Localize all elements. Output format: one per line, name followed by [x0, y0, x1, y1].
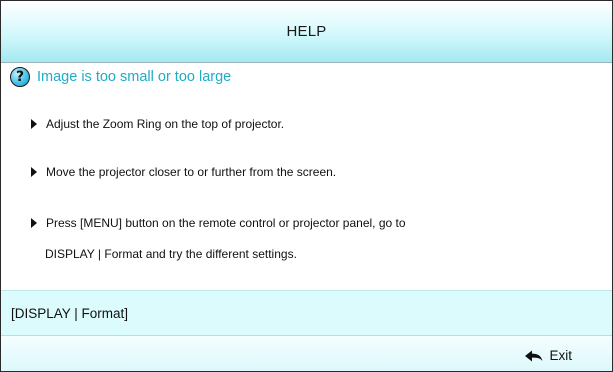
help-topic: ? Image is too small or too large	[10, 66, 231, 88]
help-question-icon: ?	[10, 67, 30, 87]
help-topic-title: Image is too small or too large	[37, 69, 232, 85]
exit-label: Exit	[549, 348, 572, 363]
dialog-header: HELP	[1, 1, 612, 63]
dialog-footer: Exit	[1, 335, 612, 371]
menu-path-text: [DISPLAY | Format]	[11, 305, 129, 321]
tip-text: Adjust the Zoom Ring on the top of proje…	[46, 117, 285, 131]
tip-text-continuation: DISPLAY | Format and try the different s…	[45, 247, 297, 261]
tip-item: Press [MENU] button on the remote contro…	[21, 216, 406, 230]
dialog-title: HELP	[286, 23, 327, 40]
tip-item: Adjust the Zoom Ring on the top of proje…	[21, 117, 284, 131]
exit-button[interactable]: Exit	[525, 348, 572, 363]
return-arrow-icon	[525, 350, 543, 361]
bullet-arrow-icon	[31, 167, 37, 177]
help-dialog: HELP ? Image is too small or too large A…	[0, 0, 613, 372]
bullet-arrow-icon	[31, 119, 37, 129]
tip-text: Press [MENU] button on the remote contro…	[46, 216, 406, 230]
tip-item: Move the projector closer to or further …	[21, 165, 336, 179]
bullet-arrow-icon	[31, 218, 37, 228]
menu-path-bar: [DISPLAY | Format]	[1, 290, 612, 335]
tip-text: Move the projector closer to or further …	[46, 165, 337, 179]
